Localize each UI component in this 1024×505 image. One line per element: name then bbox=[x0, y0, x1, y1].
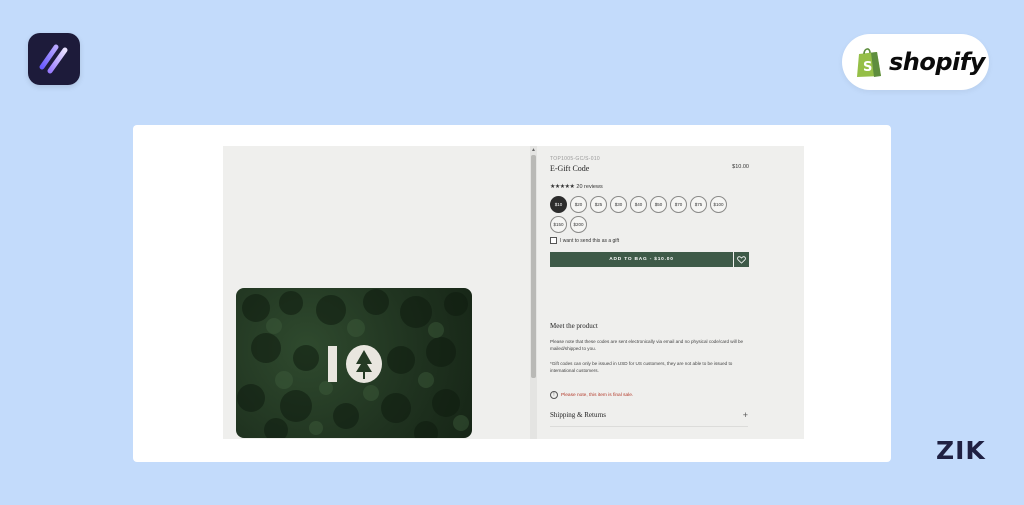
shipping-returns-label: Shipping & Returns bbox=[550, 411, 607, 419]
amount-option[interactable]: $25 bbox=[590, 196, 607, 213]
add-to-bag-button[interactable]: ADD TO BAG - $10.00 bbox=[550, 252, 733, 267]
gift-card-image bbox=[236, 288, 472, 438]
heart-icon bbox=[737, 255, 746, 264]
wishlist-button[interactable] bbox=[734, 252, 749, 267]
scrollbar-thumb[interactable] bbox=[531, 155, 536, 378]
amount-option[interactable]: $30 bbox=[610, 196, 627, 213]
screenshot-card: ▲ TOP1005-GC/S-010 E-Gift Code $10.00 ★★… bbox=[133, 125, 891, 462]
amount-option[interactable]: $75 bbox=[690, 196, 707, 213]
final-sale-notice: ! Please note, this item is final sale. bbox=[550, 391, 633, 399]
product-panel: TOP1005-GC/S-010 E-Gift Code $10.00 ★★★★… bbox=[550, 146, 804, 439]
amount-option[interactable]: $100 bbox=[710, 196, 727, 213]
scrollbar[interactable]: ▲ bbox=[530, 146, 537, 439]
amount-option[interactable]: $150 bbox=[550, 216, 567, 233]
rating-stars-icon: ★★★★★ bbox=[550, 184, 575, 190]
amount-option[interactable]: $200 bbox=[570, 216, 587, 233]
zik-mark: ZIK bbox=[936, 436, 986, 465]
product-rating[interactable]: ★★★★★ 20 reviews bbox=[550, 183, 603, 191]
amount-option[interactable]: $10 bbox=[550, 196, 567, 213]
amount-option[interactable]: $40 bbox=[630, 196, 647, 213]
app-logo-slashes-icon bbox=[39, 44, 68, 74]
review-count[interactable]: 20 reviews bbox=[576, 184, 602, 190]
scroll-up-arrow-icon[interactable]: ▲ bbox=[530, 148, 537, 153]
shopify-wordmark: shopify bbox=[889, 48, 985, 76]
info-circle-icon: ! bbox=[550, 391, 558, 399]
product-page: ▲ TOP1005-GC/S-010 E-Gift Code $10.00 ★★… bbox=[223, 146, 804, 439]
final-sale-text: Please note, this item is final sale. bbox=[561, 392, 634, 398]
tentree-logo-icon bbox=[328, 345, 382, 383]
shipping-returns-accordion[interactable]: Shipping & Returns + bbox=[550, 408, 748, 422]
plus-icon[interactable]: + bbox=[743, 410, 748, 420]
app-logo bbox=[28, 33, 80, 85]
gift-checkbox[interactable] bbox=[550, 237, 557, 244]
svg-text:S: S bbox=[863, 60, 872, 75]
amount-option[interactable]: $20 bbox=[570, 196, 587, 213]
details-description: Please note that these codes are sent el… bbox=[550, 339, 744, 351]
shopify-bag-icon: S bbox=[857, 48, 881, 77]
details-note: *Gift codes can only be issued in USD fo… bbox=[550, 361, 733, 373]
amount-option[interactable]: $70 bbox=[670, 196, 687, 213]
product-sku: TOP1005-GC/S-010 bbox=[550, 156, 601, 162]
amount-selector: $10 $20 $25 $30 $40 $50 $70 $75 $100 $15… bbox=[550, 196, 740, 233]
product-title: E-Gift Code bbox=[550, 164, 590, 173]
details-heading: Meet the product bbox=[550, 322, 598, 330]
product-price: $10.00 bbox=[732, 164, 749, 170]
amount-option[interactable]: $50 bbox=[650, 196, 667, 213]
divider bbox=[550, 426, 748, 427]
gift-checkbox-label: I want to send this as a gift bbox=[560, 237, 620, 244]
shopify-badge: S shopify bbox=[842, 34, 989, 90]
gift-option[interactable]: I want to send this as a gift bbox=[550, 237, 619, 244]
